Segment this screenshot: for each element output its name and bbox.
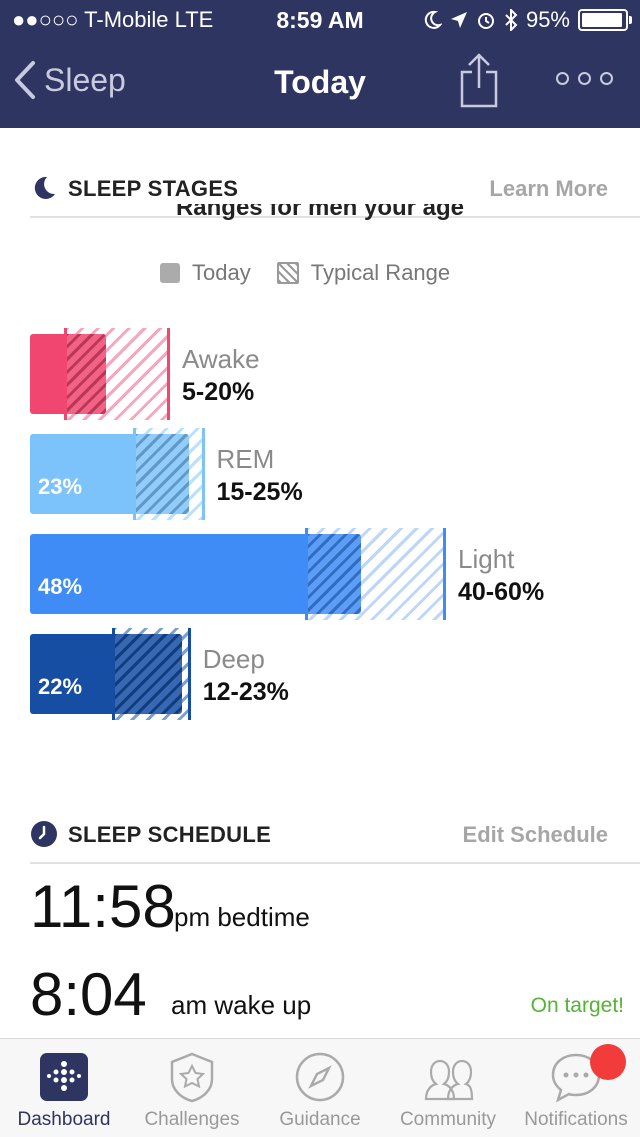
compass-icon: [295, 1052, 345, 1102]
stage-name-label: Deep: [202, 644, 265, 674]
range-max-tick: [187, 628, 191, 720]
stage-name-label: Awake: [182, 344, 260, 374]
tab-guidance[interactable]: Guidance: [256, 1039, 384, 1137]
range-max-tick: [201, 428, 205, 520]
sleep-schedule-header: SLEEP SCHEDULE Edit Schedule: [30, 818, 640, 864]
bedtime-row: 11:58 pm bedtime: [30, 872, 630, 942]
more-options-button[interactable]: [556, 72, 613, 85]
range-max-tick: [443, 528, 446, 620]
notification-badge: [590, 1044, 626, 1080]
tab-guidance-label: Guidance: [279, 1109, 361, 1130]
bedtime-label: pm bedtime: [174, 902, 310, 932]
dashboard-icon: [40, 1053, 88, 1101]
legend-typical-label: Typical Range: [310, 260, 451, 285]
wake-label: am wake up: [171, 990, 312, 1020]
clock-icon: [31, 821, 57, 847]
top-bar: ●●○○○ T-Mobile LTE 8:59 AM 95% Sleep Tod…: [0, 0, 640, 128]
stage-name-label: Light: [458, 544, 515, 574]
people-icon: [424, 1059, 474, 1101]
status-right: 95%: [422, 7, 632, 33]
today-percent-label: 22%: [38, 674, 83, 699]
share-icon[interactable]: [458, 52, 500, 108]
stage-row-awake: Awake 5-20%: [0, 328, 640, 420]
range-min-tick: [111, 628, 115, 720]
legend-typical: Typical Range: [276, 260, 451, 286]
learn-more-link[interactable]: Learn More: [489, 176, 608, 202]
edit-schedule-link[interactable]: Edit Schedule: [463, 822, 608, 848]
legend-today-label: Today: [192, 260, 251, 285]
tab-community[interactable]: Community: [384, 1039, 512, 1137]
moon-icon: [34, 176, 55, 199]
battery-icon: [578, 9, 632, 31]
status-bar: ●●○○○ T-Mobile LTE 8:59 AM 95%: [0, 0, 640, 40]
sleep-schedule-title: SLEEP SCHEDULE: [68, 822, 272, 847]
tab-bar: Dashboard Challenges Guidance Community …: [0, 1038, 640, 1137]
range-overlap-hatch: [133, 434, 189, 514]
legend-today: Today: [160, 260, 251, 286]
tab-notifications-label: Notifications: [524, 1109, 628, 1130]
range-overlap-hatch: [306, 534, 362, 614]
alarm-icon: [477, 13, 494, 29]
tab-dashboard[interactable]: Dashboard: [0, 1039, 128, 1137]
stage-row-light: 48% Light 40-60%: [0, 528, 640, 620]
ranges-subtitle: Ranges for men your age: [175, 204, 465, 221]
sleep-stages-title: SLEEP STAGES: [68, 176, 239, 201]
stage-range-label: 12-23%: [202, 678, 289, 706]
legend-typical-swatch: [276, 262, 299, 284]
bluetooth-icon: [505, 9, 518, 31]
battery-percent: 95%: [525, 7, 570, 32]
legend-today-swatch: [160, 263, 180, 283]
page-title: Today: [274, 64, 366, 100]
stage-range-label: 5-20%: [182, 378, 255, 406]
today-percent-label: 48%: [38, 574, 83, 599]
today-percent-label: 23%: [38, 474, 83, 499]
stage-row-deep: 22% Deep 12-23%: [0, 628, 640, 720]
tab-dashboard-label: Dashboard: [17, 1109, 111, 1130]
stage-range-label: 40-60%: [458, 578, 545, 606]
range-overlap-hatch: [64, 334, 106, 414]
tab-community-label: Community: [399, 1109, 497, 1130]
on-target-status: On target!: [530, 994, 624, 1017]
wake-time: 8:04: [30, 961, 147, 1028]
tab-challenges[interactable]: Challenges: [128, 1039, 256, 1137]
moon-icon: [424, 10, 442, 29]
bedtime-time: 11:58: [30, 873, 176, 940]
stage-row-rem: 23% REM 15-25%: [0, 428, 640, 520]
range-min-tick: [132, 428, 136, 520]
stage-range-label: 15-25%: [216, 478, 303, 506]
star-badge-icon: [170, 1052, 214, 1103]
range-min-tick: [305, 528, 308, 620]
range-max-tick: [167, 328, 170, 420]
stage-name-label: REM: [216, 444, 275, 474]
chart-legend: Today Typical Range: [160, 260, 450, 286]
location-arrow-icon: [450, 12, 467, 28]
range-overlap-hatch: [112, 634, 182, 714]
tab-challenges-label: Challenges: [144, 1109, 240, 1130]
range-min-tick: [63, 328, 67, 420]
